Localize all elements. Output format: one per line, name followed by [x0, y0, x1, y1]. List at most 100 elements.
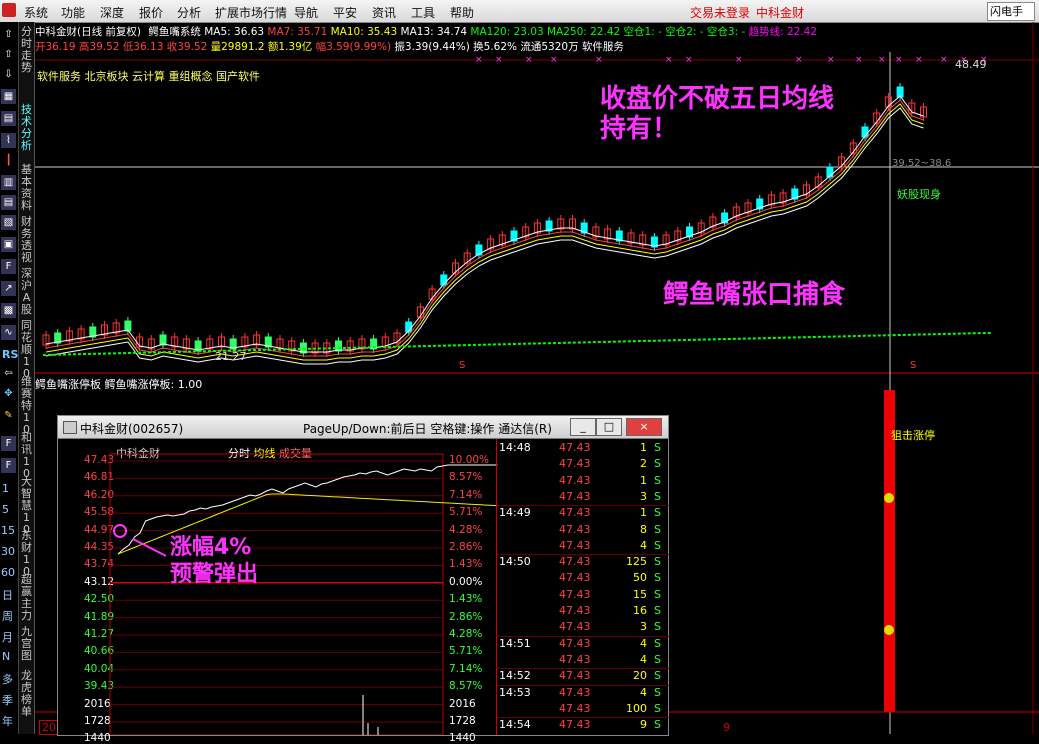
tick-side: S	[654, 555, 661, 569]
arrow-up-icon[interactable]: ⇧	[1, 27, 16, 42]
f6-icon[interactable]: F	[1, 458, 16, 473]
signal-x: ×	[685, 55, 693, 65]
menu-tools[interactable]: 工具	[411, 4, 435, 21]
period-quarter[interactable]: 季	[2, 692, 13, 708]
period-15min[interactable]: 15	[1, 524, 15, 537]
tab-intraday[interactable]: 分时走势	[20, 26, 33, 74]
tick-volume: 100	[626, 701, 647, 715]
signal-x: ×	[855, 55, 863, 65]
f10-icon[interactable]: F	[1, 259, 16, 274]
indicator-icon[interactable]: ▩	[1, 303, 16, 318]
menu-pingan[interactable]: 平安	[333, 4, 357, 21]
period-multi[interactable]: 多	[2, 671, 13, 687]
wave-icon[interactable]: ∿	[1, 325, 16, 340]
menu-help[interactable]: 帮助	[450, 4, 474, 21]
tick-volume: 9	[640, 718, 647, 732]
candle-icon[interactable]: ┃	[1, 153, 16, 168]
trade-status[interactable]: 交易未登录	[690, 4, 750, 21]
period-n[interactable]: N	[2, 650, 10, 663]
tick-separator	[497, 717, 669, 719]
tab-jiugong[interactable]: 九宫图	[20, 626, 33, 662]
menu-analysis[interactable]: 分析	[177, 4, 201, 21]
menu-function[interactable]: 功能	[61, 4, 85, 21]
signal-x: ×	[795, 55, 803, 65]
tick-side: S	[654, 473, 661, 487]
move-icon[interactable]: ✥	[1, 386, 16, 401]
maximize-button[interactable]: □	[596, 418, 622, 436]
menu-navigate[interactable]: 导航	[294, 4, 318, 21]
tick-row: 47.43 2 S	[497, 457, 669, 473]
menu-news[interactable]: 资讯	[372, 4, 396, 21]
tab-technical[interactable]: 技术分析	[20, 104, 33, 152]
tick-price: 47.43	[559, 538, 591, 552]
tab-finance[interactable]: 财务透视	[20, 216, 33, 264]
app-logo-icon[interactable]	[2, 3, 16, 17]
close-button[interactable]: ×	[626, 418, 662, 436]
menu-depth[interactable]: 深度	[100, 4, 124, 21]
book-icon[interactable]: ▣	[1, 237, 16, 252]
period-5min[interactable]: 5	[2, 503, 9, 516]
period-month[interactable]: 月	[2, 629, 13, 645]
doc-icon[interactable]: ▤	[1, 195, 16, 210]
signal-dot-2	[884, 625, 894, 635]
compare-icon[interactable]: ▧	[1, 215, 16, 230]
tick-separator	[497, 635, 669, 637]
tick-price: 47.43	[559, 604, 591, 617]
period-week[interactable]: 周	[2, 608, 13, 624]
tick-price: 47.43	[559, 571, 591, 585]
scroll-index[interactable]: 20	[39, 720, 59, 735]
tick-price: 47.43	[559, 669, 591, 683]
tick-trade-list[interactable]: 14:48 47.43 1 S 47.43 2 S 47.43 1 S 47.43 3 S 14:49 47…	[496, 439, 669, 735]
f5-icon[interactable]: F	[1, 436, 16, 451]
tab-wst10[interactable]: 维赛特10	[20, 376, 33, 436]
arrow-down-icon[interactable]: ⇩	[1, 67, 16, 82]
signal-x: ×	[940, 55, 948, 65]
grid-icon[interactable]: ▦	[1, 89, 16, 104]
signal-x: ×	[475, 55, 483, 65]
pencil-icon[interactable]: ✎	[1, 408, 16, 423]
tab-sh-sz-a[interactable]: 深沪A股	[20, 268, 33, 316]
tick-price: 47.43	[559, 555, 591, 569]
tick-row: 47.43 50 S	[497, 571, 669, 587]
period-year[interactable]: 年	[2, 713, 13, 729]
tick-volume: 2	[640, 457, 647, 471]
window-icon	[63, 421, 77, 434]
signal-x: ×	[550, 55, 558, 65]
quick-trade-box[interactable]: 闪电手	[987, 2, 1035, 21]
tab-dongcai10[interactable]: 东财10	[20, 530, 33, 578]
trend-icon[interactable]: ↗	[1, 281, 16, 296]
signal-x: ×	[595, 55, 603, 65]
tab-ths10[interactable]: 同花顺10	[20, 320, 33, 380]
tick-volume: 4	[640, 652, 647, 666]
intraday-popup-window[interactable]: 中科金财(002657) PageUp/Down:前后日 空格键:操作 通达信(…	[57, 415, 669, 744]
list-icon[interactable]: ▤	[1, 111, 16, 126]
tick-row: 47.43 100 S	[497, 702, 669, 718]
limit-up-label: 狙击涨停	[891, 429, 935, 442]
table-icon[interactable]: ▥	[1, 175, 16, 190]
tick-price: 47.43	[559, 489, 591, 503]
menu-quote[interactable]: 报价	[139, 4, 163, 21]
chart-icon[interactable]: ⌇	[1, 133, 16, 148]
arrow-up-small-icon[interactable]: ⇧	[1, 47, 16, 62]
minimize-button[interactable]: _	[570, 418, 596, 436]
tick-row: 47.43 16 S	[497, 604, 669, 620]
price-tag: 39.52~38.6	[892, 158, 952, 169]
period-30min[interactable]: 30	[1, 545, 15, 558]
period-day[interactable]: 日	[2, 587, 13, 603]
tab-dzh10[interactable]: 大智慧10	[20, 476, 33, 536]
period-1min[interactable]: 1	[2, 482, 9, 495]
popup-titlebar[interactable]: 中科金财(002657) PageUp/Down:前后日 空格键:操作 通达信(…	[58, 416, 668, 439]
signal-x: ×	[665, 55, 673, 65]
ma-line-3	[45, 107, 924, 365]
view-tab-column: 分时走势 技术分析 基本资料 财务透视 深沪A股 同花顺10 维赛特10 和讯1…	[19, 22, 35, 734]
tick-row: 14:51 47.43 4 S	[497, 635, 669, 653]
tab-longhu[interactable]: 龙虎榜单	[20, 670, 33, 718]
menu-system[interactable]: 系统	[24, 4, 48, 21]
tab-fundamentals[interactable]: 基本资料	[20, 164, 33, 212]
period-60min[interactable]: 60	[1, 566, 15, 579]
arrow-left-icon[interactable]: ⇦	[1, 366, 16, 381]
tab-chaoying[interactable]: 超赢主力	[20, 574, 33, 622]
tab-hexun10[interactable]: 和讯10	[20, 432, 33, 480]
signal-x: ×	[495, 55, 503, 65]
menu-extended-market[interactable]: 扩展市场行情	[215, 4, 287, 21]
